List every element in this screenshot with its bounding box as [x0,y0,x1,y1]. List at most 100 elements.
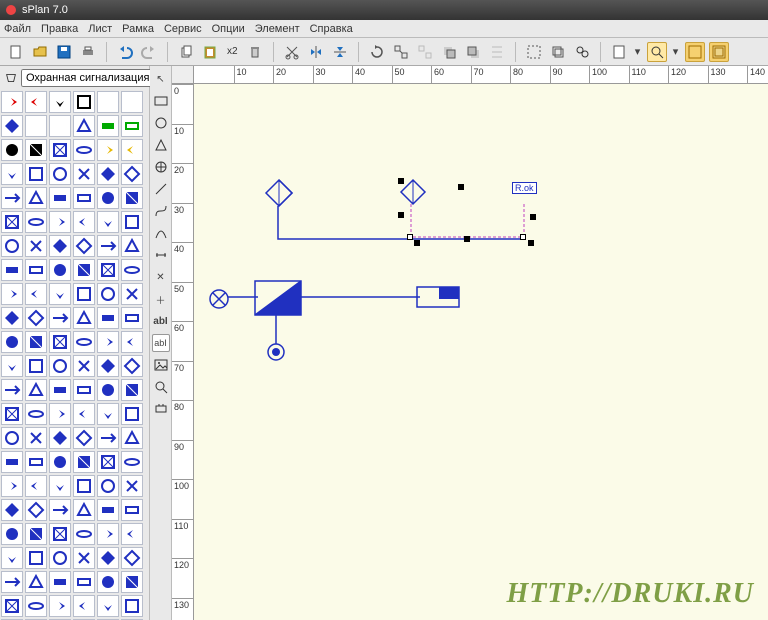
mirror-h-button[interactable] [306,42,326,62]
palette-symbol[interactable] [49,451,71,473]
block-symbol[interactable] [416,286,460,308]
palette-symbol[interactable] [73,187,95,209]
palette-symbol[interactable] [1,451,23,473]
palette-symbol[interactable] [25,235,47,257]
palette-symbol[interactable] [25,259,47,281]
print-button[interactable] [78,42,98,62]
mirror-v-button[interactable] [330,42,350,62]
palette-symbol[interactable] [73,595,95,617]
palette-symbol[interactable] [49,211,71,233]
palette-symbol[interactable] [1,379,23,401]
palette-symbol[interactable] [49,595,71,617]
palette-symbol[interactable] [73,355,95,377]
palette-symbol[interactable] [73,307,95,329]
palette-symbol[interactable] [97,547,119,569]
palette-symbol[interactable] [97,403,119,425]
ungroup-button[interactable] [415,42,435,62]
symbol-palette[interactable] [0,90,149,620]
palette-symbol[interactable] [73,523,95,545]
back-button[interactable] [463,42,483,62]
delete-button[interactable] [245,42,265,62]
palette-symbol[interactable] [25,187,47,209]
palette-symbol[interactable] [73,139,95,161]
palette-symbol[interactable] [97,187,119,209]
palette-symbol[interactable] [73,499,95,521]
page-button[interactable] [609,42,629,62]
palette-symbol[interactable] [1,283,23,305]
palette-symbol[interactable] [49,403,71,425]
selection-handle[interactable] [530,214,536,220]
palette-symbol[interactable] [49,379,71,401]
selection-handle[interactable] [458,184,464,190]
measure-tool[interactable] [152,378,170,396]
palette-symbol[interactable] [1,331,23,353]
preview-a-button[interactable] [685,42,705,62]
front-button[interactable] [439,42,459,62]
copy-button[interactable] [176,42,196,62]
bezier-tool[interactable] [152,224,170,242]
palette-symbol[interactable] [73,427,95,449]
palette-symbol[interactable] [121,211,143,233]
preview-b-button[interactable] [709,42,729,62]
align-button[interactable] [487,42,507,62]
palette-symbol[interactable] [73,115,95,137]
palette-symbol[interactable] [121,427,143,449]
palette-symbol[interactable] [121,259,143,281]
redo-button[interactable] [139,42,159,62]
selection-handle[interactable] [464,236,470,242]
selection-handle[interactable] [414,240,420,246]
palette-symbol[interactable] [25,115,47,137]
find-button[interactable] [572,42,592,62]
palette-symbol[interactable] [1,571,23,593]
new-button[interactable] [6,42,26,62]
palette-symbol[interactable] [25,355,47,377]
palette-symbol[interactable] [73,331,95,353]
menu-help[interactable]: Справка [310,23,353,35]
palette-symbol[interactable] [25,91,47,113]
palette-symbol[interactable] [73,451,95,473]
undo-button[interactable] [115,42,135,62]
wire[interactable] [274,314,278,344]
layers-button[interactable] [548,42,568,62]
palette-symbol[interactable] [121,139,143,161]
poly-tool[interactable] [152,136,170,154]
palette-symbol[interactable] [49,523,71,545]
rect-tool[interactable] [152,92,170,110]
palette-symbol[interactable] [97,139,119,161]
palette-symbol[interactable] [49,331,71,353]
duplicate-button[interactable]: x2 [224,42,241,62]
palette-symbol[interactable] [121,475,143,497]
palette-symbol[interactable] [25,163,47,185]
palette-symbol[interactable] [121,283,143,305]
drawing-canvas[interactable]: R.ok [194,84,768,620]
palette-symbol[interactable] [25,427,47,449]
junction-symbol[interactable] [266,342,286,362]
page-drop-icon[interactable]: ▾ [633,42,643,62]
palette-symbol[interactable] [1,307,23,329]
palette-symbol[interactable] [73,571,95,593]
curve-tool[interactable] [152,202,170,220]
palette-symbol[interactable] [97,91,119,113]
palette-symbol[interactable] [49,427,71,449]
palette-symbol[interactable] [121,547,143,569]
palette-symbol[interactable] [25,211,47,233]
paste-button[interactable] [200,42,220,62]
special-tool[interactable] [152,158,170,176]
palette-symbol[interactable] [121,403,143,425]
palette-symbol[interactable] [1,91,23,113]
palette-symbol[interactable] [25,475,47,497]
palette-symbol[interactable] [49,307,71,329]
palette-symbol[interactable] [25,547,47,569]
palette-symbol[interactable] [73,211,95,233]
palette-symbol[interactable] [97,595,119,617]
palette-symbol[interactable] [25,139,47,161]
palette-symbol[interactable] [121,499,143,521]
dimension-tool[interactable] [152,246,170,264]
palette-symbol[interactable] [97,307,119,329]
zoom-button[interactable] [647,42,667,62]
palette-symbol[interactable] [25,403,47,425]
line-tool[interactable] [152,180,170,198]
palette-symbol[interactable] [97,115,119,137]
menu-file[interactable]: Файл [4,23,31,35]
palette-symbol[interactable] [49,163,71,185]
